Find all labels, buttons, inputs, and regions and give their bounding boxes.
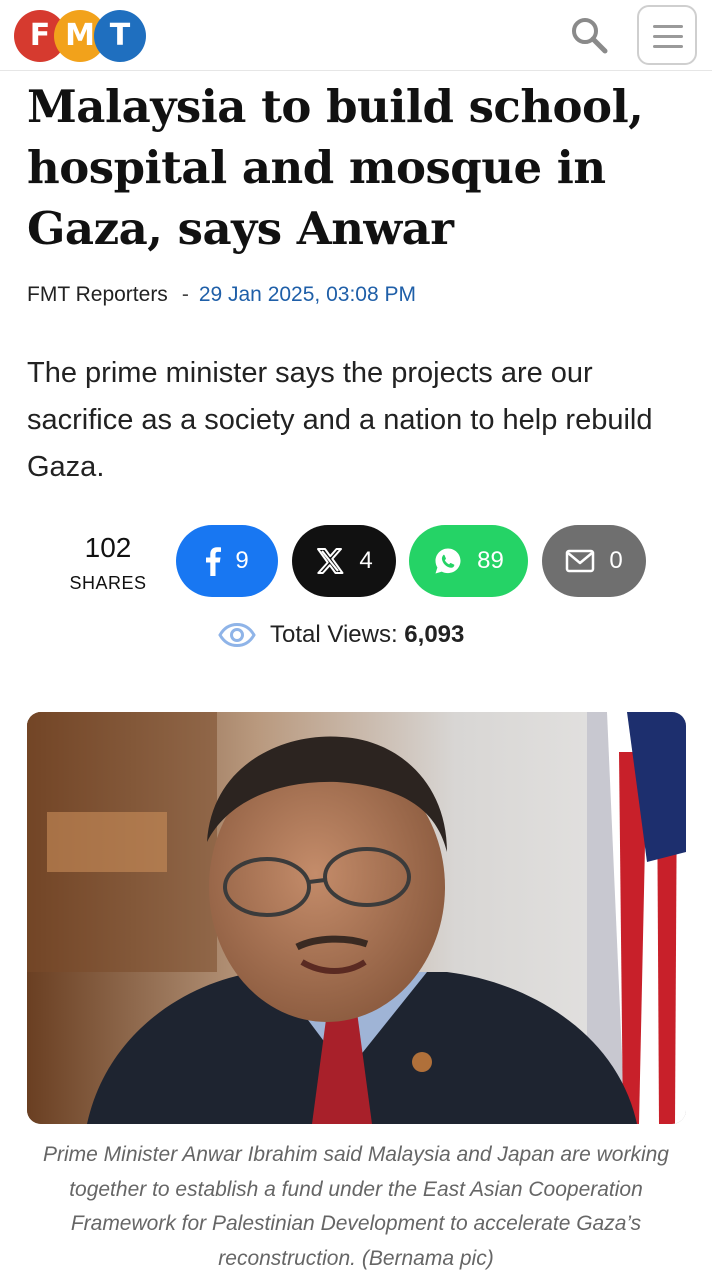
facebook-share-count: 9 <box>235 547 249 574</box>
mail-icon <box>566 549 595 573</box>
publish-date: 29 Jan 2025, 03:08 PM <box>198 283 416 306</box>
menu-button[interactable] <box>637 5 697 65</box>
whatsapp-share-button[interactable]: 89 <box>409 525 528 597</box>
anwar-ibrahim-photo <box>27 712 686 1124</box>
article-summary: The prime minister says the projects are… <box>27 357 653 483</box>
facebook-icon <box>206 547 222 576</box>
total-views: Total Views: 6,093 <box>218 618 464 652</box>
search-icon <box>572 18 608 54</box>
share-total: 102 <box>84 532 132 563</box>
hamburger-menu-icon <box>653 25 683 28</box>
email-share-button[interactable]: 0 <box>542 525 646 597</box>
views-count: 6,093 <box>404 621 465 648</box>
views-label: Total Views: <box>270 621 398 648</box>
x-logo-icon <box>317 548 344 574</box>
article-photo[interactable] <box>27 712 686 1124</box>
byline: FMT Reporters -29 Jan 2025, 03:08 PM <box>27 283 416 307</box>
x-share-count: 4 <box>359 547 373 574</box>
whatsapp-share-count: 89 <box>477 547 504 574</box>
photo-caption: Prime Minister Anwar Ibrahim said Malays… <box>43 1143 669 1270</box>
whatsapp-icon <box>435 548 461 574</box>
eye-icon <box>218 622 256 648</box>
share-label: SHARES <box>69 573 147 593</box>
byline-separator: - <box>181 283 189 306</box>
facebook-share-button[interactable]: 9 <box>176 525 278 597</box>
fmt-logo[interactable]: F M T <box>14 10 146 62</box>
email-share-count: 0 <box>609 547 623 574</box>
article-title: Malaysia to build school, hospital and m… <box>27 80 644 255</box>
x-share-button[interactable]: 4 <box>292 525 396 597</box>
site-header: F M T <box>0 0 712 71</box>
search-button[interactable] <box>568 14 612 58</box>
logo-letter-t: T <box>94 10 146 62</box>
author-link[interactable]: FMT Reporters <box>27 283 168 306</box>
